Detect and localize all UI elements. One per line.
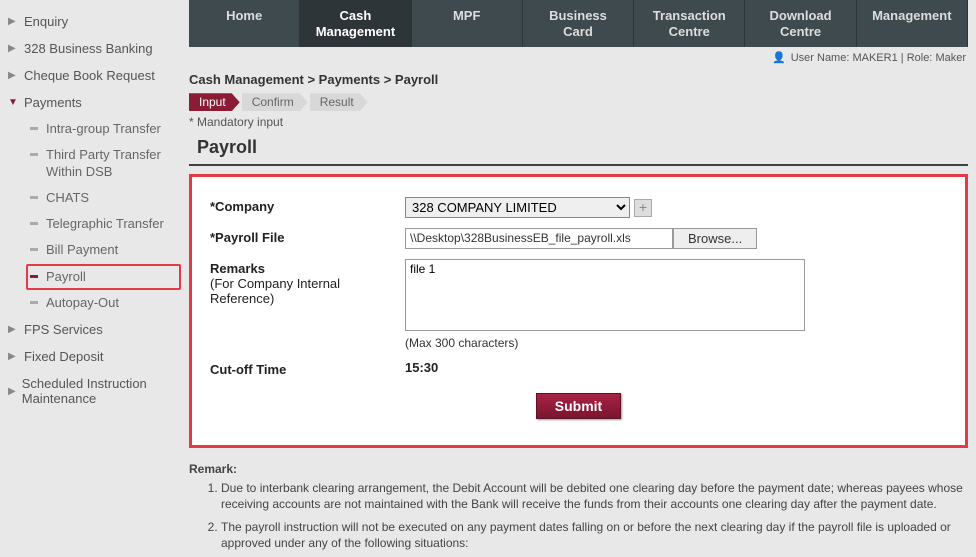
sidebar-item-label: Payments bbox=[24, 95, 82, 110]
remark-title: Remark: bbox=[189, 462, 237, 476]
sidebar-item-enquiry[interactable]: ▶ Enquiry bbox=[6, 8, 181, 35]
sidebar-sub-telegraphic-transfer[interactable]: Telegraphic Transfer bbox=[28, 211, 181, 237]
payroll-file-label: *Payroll File bbox=[210, 228, 405, 245]
nav-cash-management[interactable]: CashManagement bbox=[300, 0, 411, 47]
step-confirm: Confirm bbox=[242, 93, 308, 111]
remark-item: The payroll instruction will not be exec… bbox=[221, 519, 968, 551]
sidebar-sub-label: Bill Payment bbox=[46, 242, 118, 258]
char-limit-note: (Max 300 characters) bbox=[405, 336, 947, 350]
nav-business-card[interactable]: BusinessCard bbox=[523, 0, 634, 47]
nav-transaction-centre[interactable]: TransactionCentre bbox=[634, 0, 745, 47]
sidebar-item-fixed-deposit[interactable]: ▶ Fixed Deposit bbox=[6, 343, 181, 370]
user-prefix: User Name: bbox=[791, 52, 853, 64]
sidebar: ▶ Enquiry ▶ 328 Business Banking ▶ Cheque Boo… bbox=[0, 0, 185, 557]
sidebar-sub-autopay-out[interactable]: Autopay-Out bbox=[28, 290, 181, 316]
bullet-icon bbox=[30, 196, 38, 199]
bullet-icon bbox=[30, 222, 38, 225]
sidebar-item-328-business-banking[interactable]: ▶ 328 Business Banking bbox=[6, 35, 181, 62]
page-title: Payroll bbox=[189, 135, 968, 166]
sidebar-sub-label: Telegraphic Transfer bbox=[46, 216, 164, 232]
step-result: Result bbox=[310, 93, 368, 111]
user-role: Maker bbox=[935, 52, 966, 64]
remarks-input[interactable] bbox=[405, 259, 805, 331]
sidebar-item-label: Enquiry bbox=[24, 14, 68, 29]
sidebar-item-label: Fixed Deposit bbox=[24, 349, 103, 364]
caret-right-icon: ▶ bbox=[8, 351, 18, 362]
caret-right-icon: ▶ bbox=[8, 386, 16, 397]
remarks-sublabel: (For Company Internal Reference) bbox=[210, 276, 405, 306]
payroll-file-path: \\Desktop\328BusinessEB_file_payroll.xls bbox=[405, 228, 673, 249]
user-name: MAKER1 bbox=[852, 52, 897, 64]
sidebar-item-scheduled-instruction-maintenance[interactable]: ▶ Scheduled Instruction Maintenance bbox=[6, 370, 181, 412]
sidebar-sub-bill-payment[interactable]: Bill Payment bbox=[28, 237, 181, 263]
mandatory-note: * Mandatory input bbox=[189, 115, 968, 129]
sidebar-item-label: Scheduled Instruction Maintenance bbox=[22, 376, 179, 406]
sidebar-sub-third-party-transfer-within-dsb[interactable]: Third Party Transfer Within DSB bbox=[28, 142, 181, 185]
bullet-icon bbox=[30, 301, 38, 304]
remark-item: Due to interbank clearing arrangement, t… bbox=[221, 480, 968, 512]
role-prefix: | Role: bbox=[898, 52, 936, 64]
plus-icon: + bbox=[639, 199, 647, 215]
step-indicator: InputConfirmResult bbox=[189, 93, 968, 111]
bullet-icon bbox=[30, 153, 38, 156]
top-nav: HomeCashManagementMPFBusinessCardTransac… bbox=[189, 0, 968, 47]
bullet-icon bbox=[30, 127, 38, 130]
user-info: 👤 User Name: MAKER1 | Role: Maker bbox=[189, 47, 968, 70]
remark-section: Remark: Due to interbank clearing arrang… bbox=[189, 462, 968, 551]
remarks-label: Remarks (For Company Internal Reference) bbox=[210, 259, 405, 306]
user-icon: 👤 bbox=[772, 52, 786, 64]
sidebar-item-label: Cheque Book Request bbox=[24, 68, 155, 83]
company-select[interactable]: 328 COMPANY LIMITED bbox=[405, 197, 630, 218]
cutoff-value: 15:30 bbox=[405, 360, 438, 375]
caret-right-icon: ▶ bbox=[8, 324, 18, 335]
breadcrumb: Cash Management > Payments > Payroll bbox=[189, 70, 968, 93]
browse-button[interactable]: Browse... bbox=[673, 228, 757, 249]
sidebar-item-payments[interactable]: ▼ Payments bbox=[6, 89, 181, 116]
nav-home[interactable]: Home bbox=[189, 0, 300, 47]
sidebar-sub-intra-group-transfer[interactable]: Intra-group Transfer bbox=[28, 116, 181, 142]
caret-right-icon: ▶ bbox=[8, 16, 18, 27]
cutoff-label: Cut-off Time bbox=[210, 360, 405, 377]
caret-right-icon: ▶ bbox=[8, 70, 18, 81]
add-company-button[interactable]: + bbox=[634, 199, 652, 217]
sidebar-item-label: FPS Services bbox=[24, 322, 103, 337]
sidebar-sub-label: Intra-group Transfer bbox=[46, 121, 161, 137]
sidebar-item-label: 328 Business Banking bbox=[24, 41, 153, 56]
bullet-icon bbox=[30, 275, 38, 278]
nav-mpf[interactable]: MPF bbox=[412, 0, 523, 47]
caret-right-icon: ▶ bbox=[8, 43, 18, 54]
bullet-icon bbox=[30, 248, 38, 251]
sidebar-sub-label: CHATS bbox=[46, 190, 89, 206]
submit-button[interactable]: Submit bbox=[536, 393, 621, 419]
sidebar-item-cheque-book-request[interactable]: ▶ Cheque Book Request bbox=[6, 62, 181, 89]
main-content: HomeCashManagementMPFBusinessCardTransac… bbox=[185, 0, 976, 557]
nav-download-centre[interactable]: DownloadCentre bbox=[745, 0, 856, 47]
nav-management[interactable]: Management bbox=[857, 0, 968, 47]
sidebar-item-fps-services[interactable]: ▶ FPS Services bbox=[6, 316, 181, 343]
sidebar-sub-label: Third Party Transfer Within DSB bbox=[46, 147, 179, 180]
caret-down-icon: ▼ bbox=[8, 97, 18, 108]
form-area: *Company 328 COMPANY LIMITED + *Payroll … bbox=[189, 174, 968, 448]
sidebar-sub-label: Autopay-Out bbox=[46, 295, 119, 311]
sidebar-sub-payroll[interactable]: Payroll bbox=[26, 264, 181, 290]
sidebar-sub-chats[interactable]: CHATS bbox=[28, 185, 181, 211]
step-input: Input bbox=[189, 93, 240, 111]
company-label: *Company bbox=[210, 197, 405, 214]
sidebar-sub-label: Payroll bbox=[46, 269, 86, 285]
